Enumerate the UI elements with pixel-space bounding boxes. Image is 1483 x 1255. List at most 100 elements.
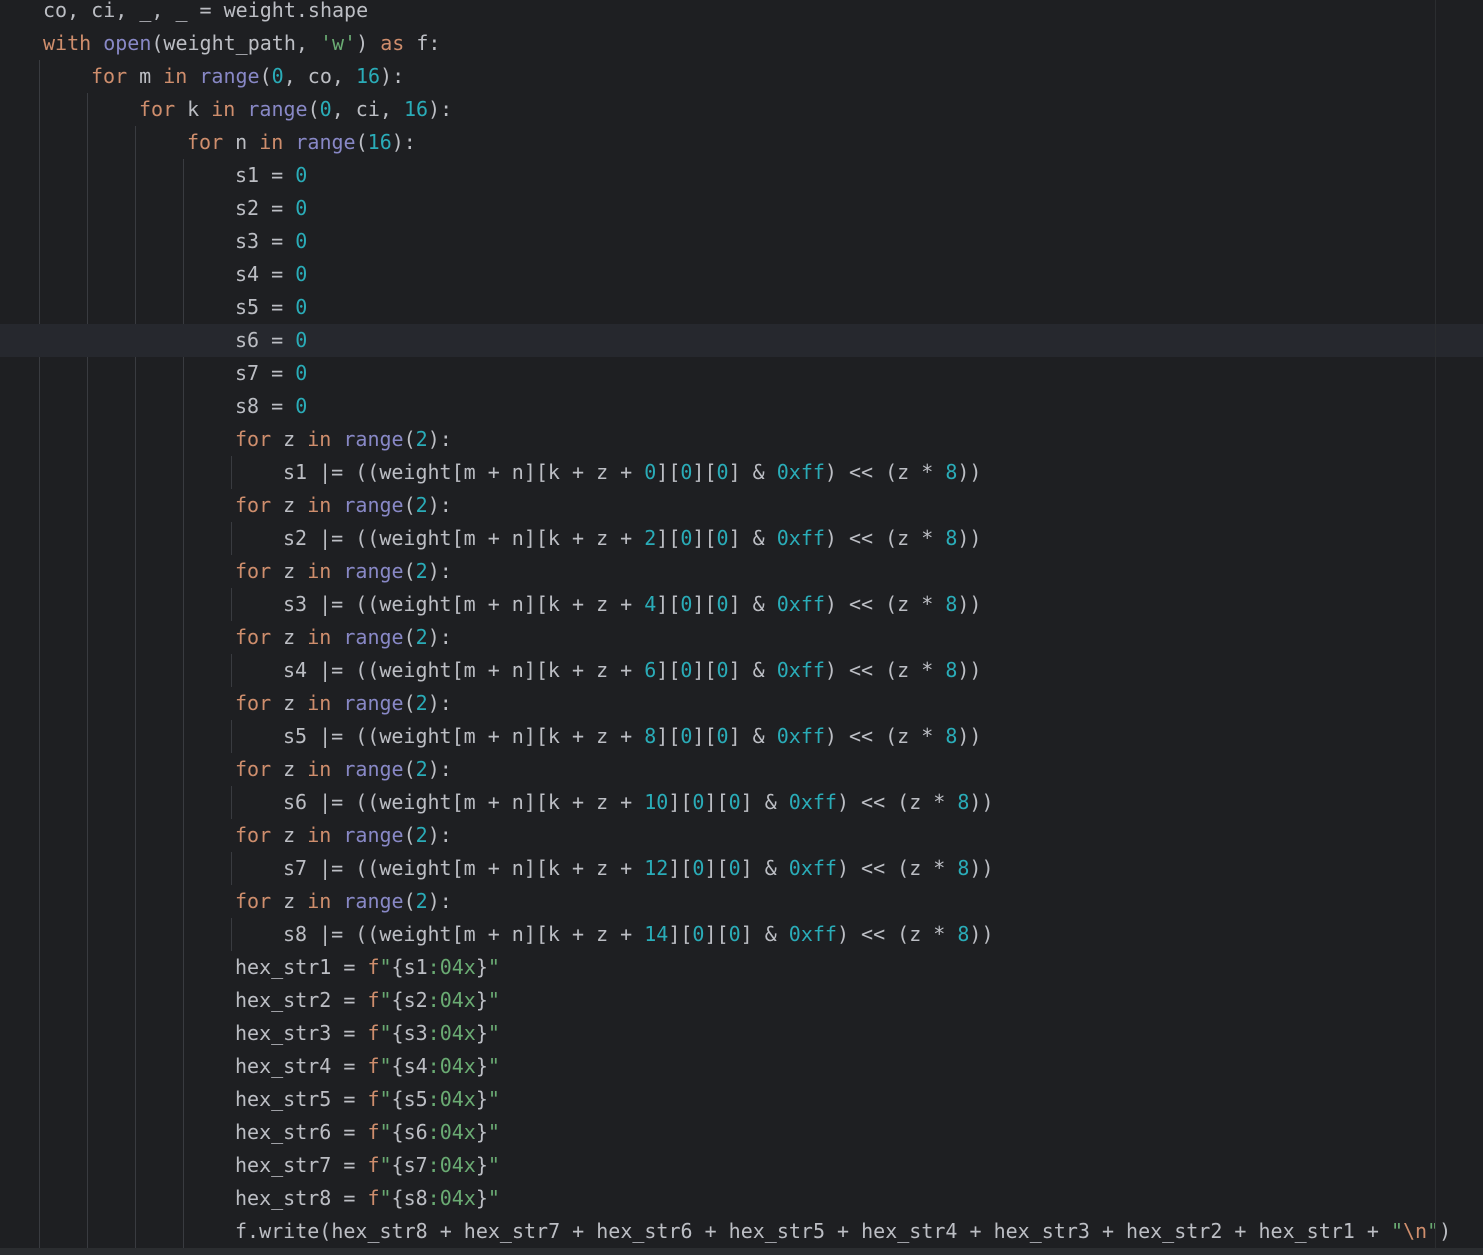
code-line[interactable]: for z in range(2): (0, 753, 1483, 786)
code-token: ): (427, 625, 452, 649)
code-line[interactable]: s4 = 0 (0, 258, 1483, 291)
code-line-text: for z in range(2): (235, 687, 452, 720)
code-token: :04x (427, 1153, 476, 1177)
code-token: hex_str6 = (235, 1120, 368, 1144)
code-line[interactable]: for z in range(2): (0, 621, 1483, 654)
code-line[interactable]: hex_str6 = f"{s6:04x}" (0, 1116, 1483, 1149)
code-line[interactable]: s5 = 0 (0, 291, 1483, 324)
code-token: for (235, 625, 272, 649)
code-line[interactable]: s1 = 0 (0, 159, 1483, 192)
code-token: 8 (945, 724, 958, 748)
code-token: in (307, 559, 332, 583)
code-token: range (343, 823, 404, 847)
code-line[interactable]: s2 |= ((weight[m + n][k + z + 2][0][0] &… (0, 522, 1483, 555)
code-token: for (187, 130, 224, 154)
code-token: 0xff (788, 790, 837, 814)
code-token: f (367, 955, 380, 979)
code-line[interactable]: s7 = 0 (0, 357, 1483, 390)
code-token: 0 (644, 460, 657, 484)
code-line[interactable]: for z in range(2): (0, 423, 1483, 456)
code-line[interactable]: hex_str4 = f"{s4:04x}" (0, 1050, 1483, 1083)
code-token: f (367, 1054, 380, 1078)
code-line-text: hex_str8 = f"{s8:04x}" (235, 1182, 500, 1215)
code-line[interactable]: s2 = 0 (0, 192, 1483, 225)
code-token: ): (427, 493, 452, 517)
code-token: range (295, 130, 356, 154)
code-line[interactable]: s7 |= ((weight[m + n][k + z + 12][0][0] … (0, 852, 1483, 885)
code-token: s3 |= ((weight[m + n][k + z + (283, 592, 645, 616)
code-token: ( (403, 757, 416, 781)
horizontal-scrollbar[interactable] (0, 1248, 1483, 1255)
code-token: hex_str4 = (235, 1054, 368, 1078)
code-editor[interactable]: co, ci, _, _ = weight.shape with open(wei… (0, 0, 1483, 1255)
code-line[interactable]: hex_str7 = f"{s7:04x}" (0, 1149, 1483, 1182)
code-line[interactable]: s8 = 0 (0, 390, 1483, 423)
code-line[interactable]: f.write(hex_str8 + hex_str7 + hex_str6 +… (0, 1215, 1483, 1248)
code-line[interactable]: for m in range(0, co, 16): (0, 60, 1483, 93)
code-token: for (235, 427, 272, 451)
code-line[interactable]: for n in range(16): (0, 126, 1483, 159)
code-line[interactable]: s6 = 0 (0, 324, 1483, 357)
code-line[interactable]: for z in range(2): (0, 489, 1483, 522)
code-token: )) (969, 922, 994, 946)
code-token: f (367, 988, 380, 1012)
code-token: } (475, 1054, 488, 1078)
code-token: ) << (z * (836, 790, 958, 814)
code-line[interactable]: co, ci, _, _ = weight.shape (0, 0, 1483, 27)
code-token: ][ (692, 592, 717, 616)
code-line[interactable]: for z in range(2): (0, 555, 1483, 588)
code-line[interactable]: s3 |= ((weight[m + n][k + z + 4][0][0] &… (0, 588, 1483, 621)
code-line[interactable]: hex_str2 = f"{s2:04x}" (0, 984, 1483, 1017)
code-line-text: for z in range(2): (235, 555, 452, 588)
code-line[interactable]: s8 |= ((weight[m + n][k + z + 14][0][0] … (0, 918, 1483, 951)
code-token: ) (356, 31, 381, 55)
code-line[interactable]: hex_str8 = f"{s8:04x}" (0, 1182, 1483, 1215)
code-token: 2 (415, 559, 428, 583)
code-token: ( (403, 823, 416, 847)
code-token: ( (403, 559, 416, 583)
code-line[interactable]: hex_str5 = f"{s5:04x}" (0, 1083, 1483, 1116)
code-token: ) << (z * (824, 526, 946, 550)
code-token: 0 (716, 658, 729, 682)
code-line[interactable]: for z in range(2): (0, 819, 1483, 852)
code-line[interactable]: for k in range(0, ci, 16): (0, 93, 1483, 126)
code-line[interactable]: for z in range(2): (0, 885, 1483, 918)
code-line[interactable]: hex_str3 = f"{s3:04x}" (0, 1017, 1483, 1050)
code-token: z (271, 625, 308, 649)
code-token: with (43, 31, 92, 55)
code-line[interactable]: with open(weight_path, 'w') as f: (0, 27, 1483, 60)
code-token: ) << (z * (836, 922, 958, 946)
code-token: s3 = (235, 229, 296, 253)
code-token: for (235, 757, 272, 781)
code-token: 16 (355, 64, 381, 88)
code-line[interactable]: s4 |= ((weight[m + n][k + z + 6][0][0] &… (0, 654, 1483, 687)
code-token: in (307, 691, 332, 715)
code-line[interactable]: s1 |= ((weight[m + n][k + z + 0][0][0] &… (0, 456, 1483, 489)
code-token: " (379, 1120, 392, 1144)
code-token: 0 (728, 856, 741, 880)
code-token: f (367, 1186, 380, 1210)
code-line[interactable]: hex_str1 = f"{s1:04x}" (0, 951, 1483, 984)
code-line[interactable]: for z in range(2): (0, 687, 1483, 720)
code-token: k (175, 97, 212, 121)
code-line-text: for m in range(0, co, 16): (91, 60, 404, 93)
code-line[interactable]: s5 |= ((weight[m + n][k + z + 8][0][0] &… (0, 720, 1483, 753)
code-token: :04x (427, 1186, 476, 1210)
code-token: 2 (415, 691, 428, 715)
code-token: in (307, 889, 332, 913)
code-token: 0xff (776, 592, 825, 616)
code-token: z (271, 691, 308, 715)
code-token: s4 |= ((weight[m + n][k + z + (283, 658, 645, 682)
code-token: 8 (644, 724, 657, 748)
code-token: 0 (680, 724, 693, 748)
code-token: :04x (427, 1120, 476, 1144)
code-token: ] & (728, 592, 777, 616)
code-token: 2 (415, 427, 428, 451)
code-token: 0 (295, 394, 308, 418)
right-margin-guide (1435, 0, 1436, 1255)
code-line[interactable]: s3 = 0 (0, 225, 1483, 258)
code-line[interactable]: s6 |= ((weight[m + n][k + z + 10][0][0] … (0, 786, 1483, 819)
code-token: 0 (692, 856, 705, 880)
code-token: ] & (740, 922, 789, 946)
